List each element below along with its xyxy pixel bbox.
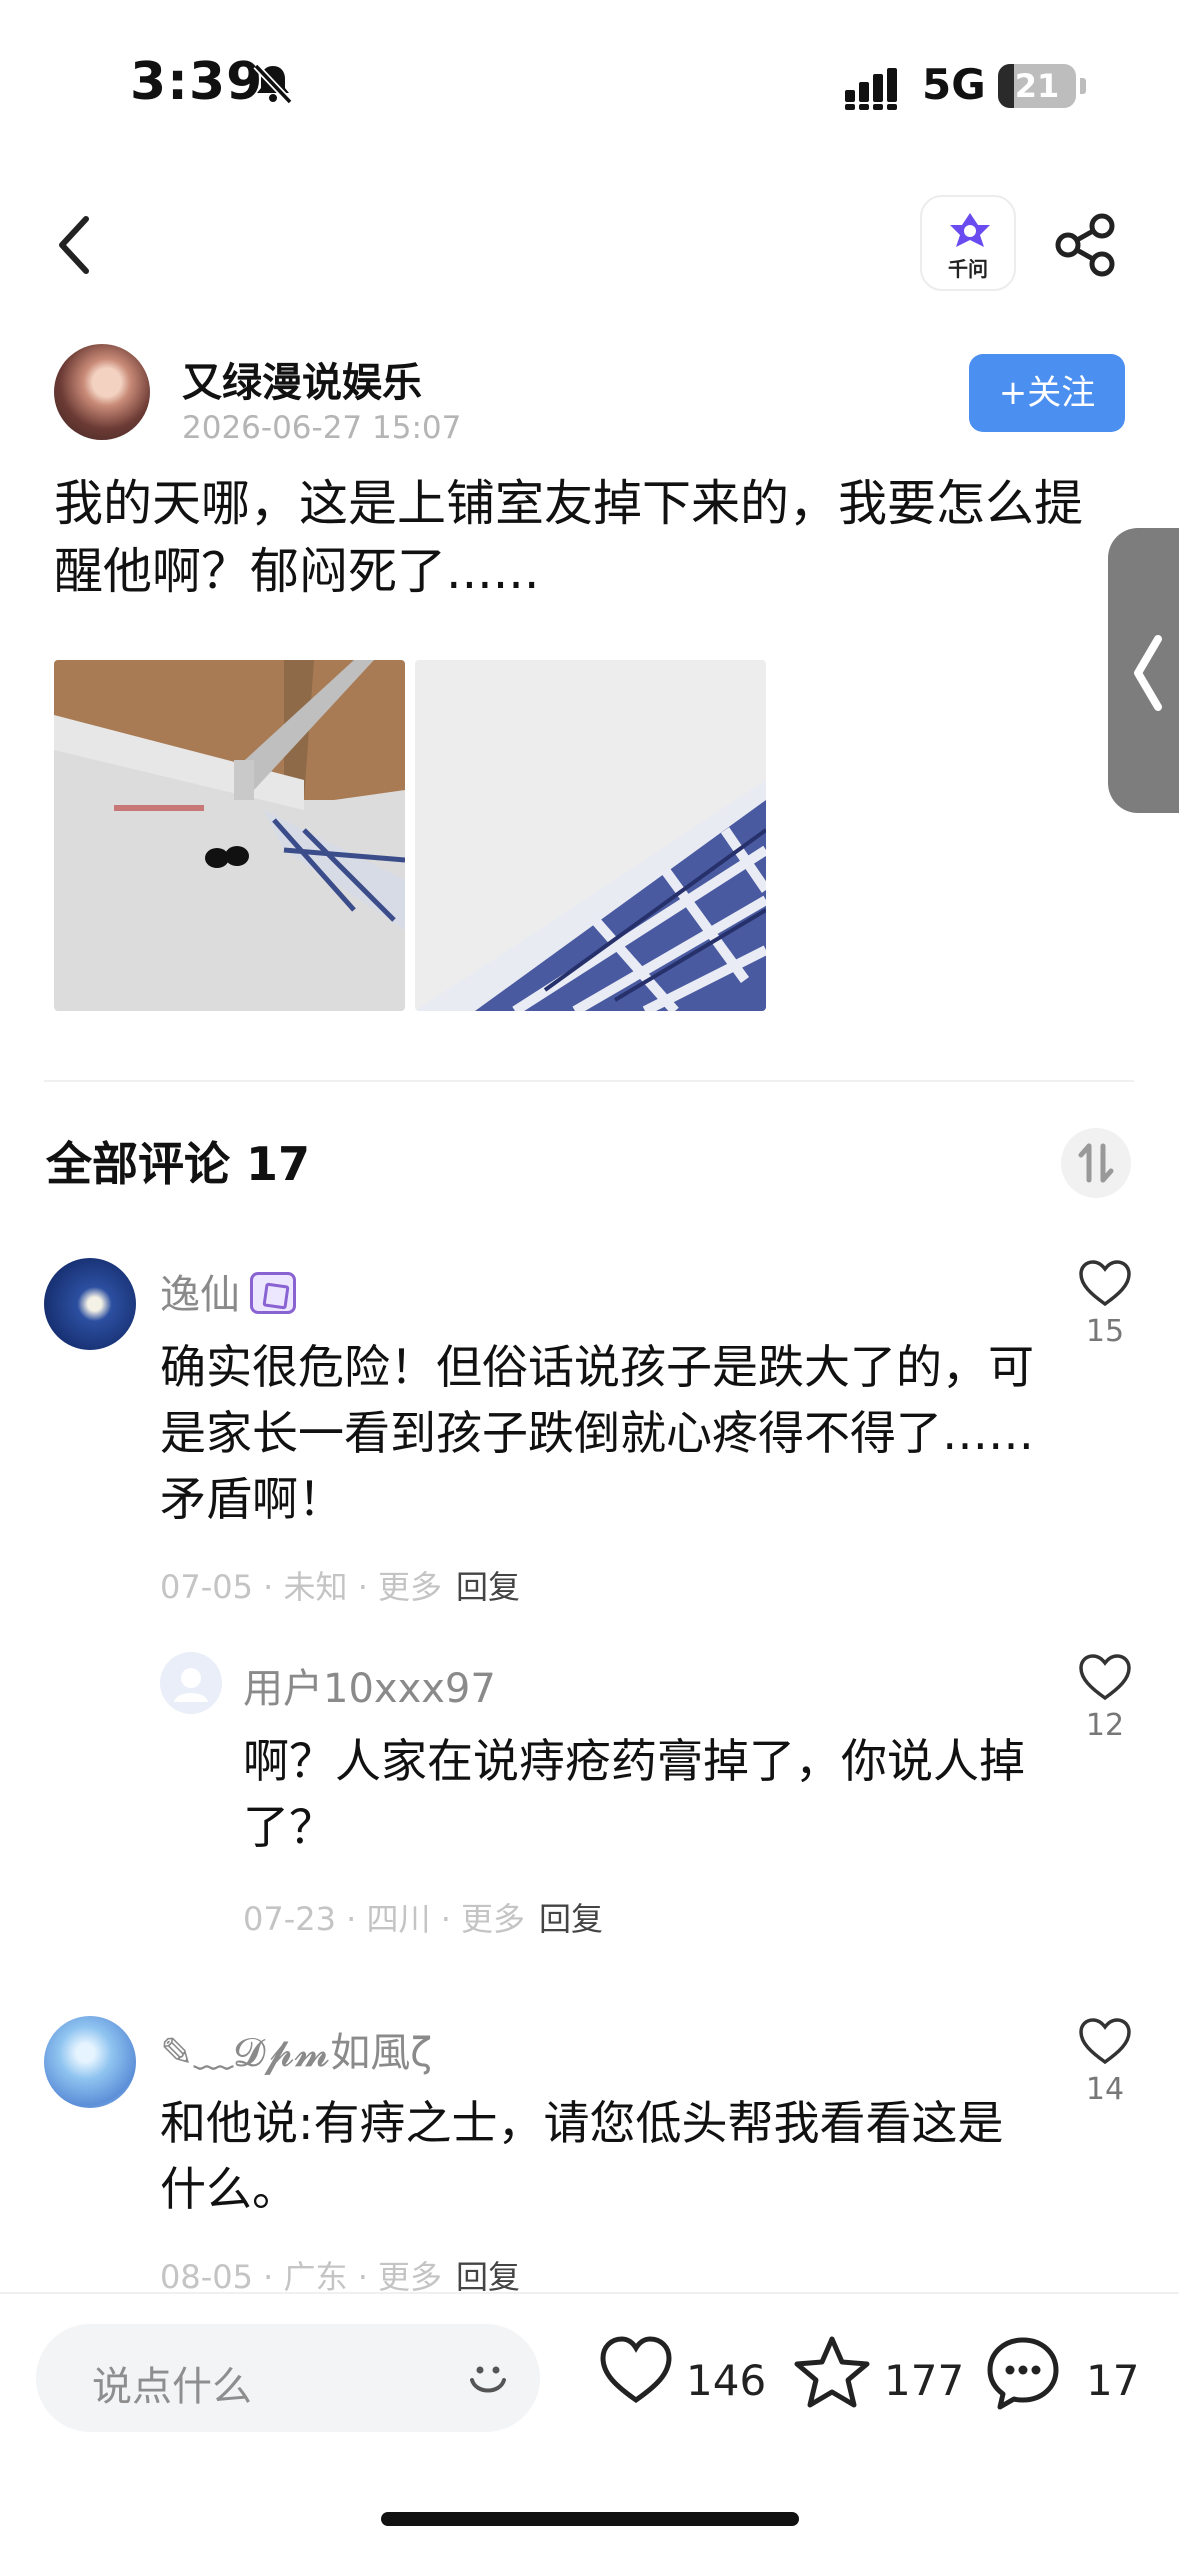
- reply-button[interactable]: 回复: [539, 1900, 603, 1938]
- bedsheet-photo: [415, 660, 766, 1011]
- comment-text: 和他说:有痔之士，请您低头帮我看看这是什么。: [160, 2096, 1004, 2216]
- favorite-count: 177: [884, 2356, 965, 2405]
- comment-bubble-icon: [987, 2337, 1059, 2410]
- comment-text: 确实很危险！但俗话说孩子是跌大了的，可是家长一看到孩子跌倒就心疼得不得了……矛盾…: [160, 1340, 1034, 1526]
- comment-location: 广东: [283, 2258, 348, 2296]
- commenter-name[interactable]: 用户10xxx97: [243, 1656, 496, 1714]
- bunk-bed-photo: [54, 660, 405, 1011]
- bell-muted-icon: [253, 63, 293, 105]
- back-icon[interactable]: [48, 205, 108, 285]
- more-link[interactable]: 更多: [378, 1568, 442, 1606]
- heart-icon: [1079, 1260, 1131, 1307]
- commenter-avatar[interactable]: [160, 1652, 222, 1714]
- chevron-left-icon: [1134, 635, 1162, 711]
- like-button[interactable]: 14: [1060, 2016, 1150, 2107]
- network-label: 5G: [922, 60, 986, 109]
- like-button[interactable]: 15: [1060, 1258, 1150, 1349]
- commenter-name[interactable]: 逸仙: [160, 1262, 296, 1320]
- commenter-name-text: 逸仙: [160, 1272, 240, 1318]
- more-link[interactable]: 更多: [461, 1900, 525, 1938]
- battery-nub: [1080, 78, 1086, 94]
- emoji-icon[interactable]: [460, 2350, 516, 2406]
- like-post-button[interactable]: 146: [598, 2334, 768, 2424]
- comment-button[interactable]: 17: [984, 2334, 1139, 2424]
- vip-badge-icon: [250, 1272, 296, 1314]
- reply-button[interactable]: 回复: [456, 1568, 520, 1606]
- sort-button[interactable]: [1061, 1128, 1131, 1198]
- home-indicator[interactable]: [381, 2512, 799, 2526]
- battery-icon: 21: [998, 64, 1076, 108]
- comment-text: 啊？人家在说痔疮药膏掉了，你说人掉了？: [243, 1734, 1025, 1854]
- heart-icon: [1079, 2018, 1131, 2065]
- side-panel-tab[interactable]: [1108, 528, 1179, 813]
- default-user-icon: [174, 1668, 208, 1702]
- status-time: 3:39: [130, 52, 264, 112]
- sort-icon: [1078, 1143, 1114, 1183]
- comment-date: 08-05: [160, 2258, 253, 2296]
- comment-meta: 07-05 · 未知 · 更多 回复: [160, 1568, 521, 1606]
- post-text: 我的天哪，这是上铺室友掉下来的，我要怎么提醒他啊？郁闷死了......: [54, 475, 1084, 600]
- like-count: 146: [686, 2356, 767, 2405]
- comment-location: 未知: [283, 1568, 348, 1606]
- like-count: 14: [1085, 2072, 1125, 2107]
- more-link[interactable]: 更多: [378, 2258, 442, 2296]
- star-icon: [794, 2336, 870, 2408]
- comment-date: 07-05: [160, 1568, 253, 1606]
- post-image[interactable]: [415, 660, 766, 1011]
- heart-icon: [1079, 1654, 1131, 1701]
- favorite-button[interactable]: 177: [792, 2334, 965, 2424]
- comment-meta: 07-23 · 四川 · 更多 回复: [243, 1900, 604, 1938]
- comment-location: 四川: [366, 1900, 431, 1938]
- status-bar: 3:39 5G 21: [0, 0, 1179, 170]
- author-name[interactable]: 又绿漫说娱乐: [182, 350, 422, 408]
- like-count: 15: [1085, 1314, 1125, 1349]
- battery-level: 21: [1014, 67, 1060, 105]
- commenter-avatar[interactable]: [44, 2016, 136, 2108]
- qianwen-assistant-button[interactable]: 千问: [920, 195, 1016, 291]
- follow-button[interactable]: +关注: [969, 354, 1125, 432]
- comment-input[interactable]: 说点什么: [36, 2324, 540, 2432]
- comment-input-placeholder: 说点什么: [92, 2364, 252, 2410]
- post-timestamp: 2026-06-27 15:07: [182, 410, 462, 446]
- heart-icon: [600, 2336, 672, 2404]
- divider: [44, 1080, 1134, 1082]
- comments-header: 全部评论 17: [46, 1137, 311, 1191]
- comment-date: 07-23: [243, 1900, 336, 1938]
- post-image[interactable]: [54, 660, 405, 1011]
- reply-button[interactable]: 回复: [456, 2258, 520, 2296]
- commenter-name[interactable]: ✎﹏𝓓𝓹𝓶如風ζ: [160, 2020, 432, 2078]
- commenter-avatar[interactable]: [44, 1258, 136, 1350]
- comment-count: 17: [1086, 2356, 1140, 2405]
- like-count: 12: [1085, 1708, 1125, 1743]
- signal-icon: [845, 68, 897, 110]
- author-avatar[interactable]: [54, 344, 150, 440]
- like-button[interactable]: 12: [1060, 1652, 1150, 1743]
- qianwen-label: 千问: [948, 257, 988, 281]
- share-icon[interactable]: [1052, 210, 1122, 280]
